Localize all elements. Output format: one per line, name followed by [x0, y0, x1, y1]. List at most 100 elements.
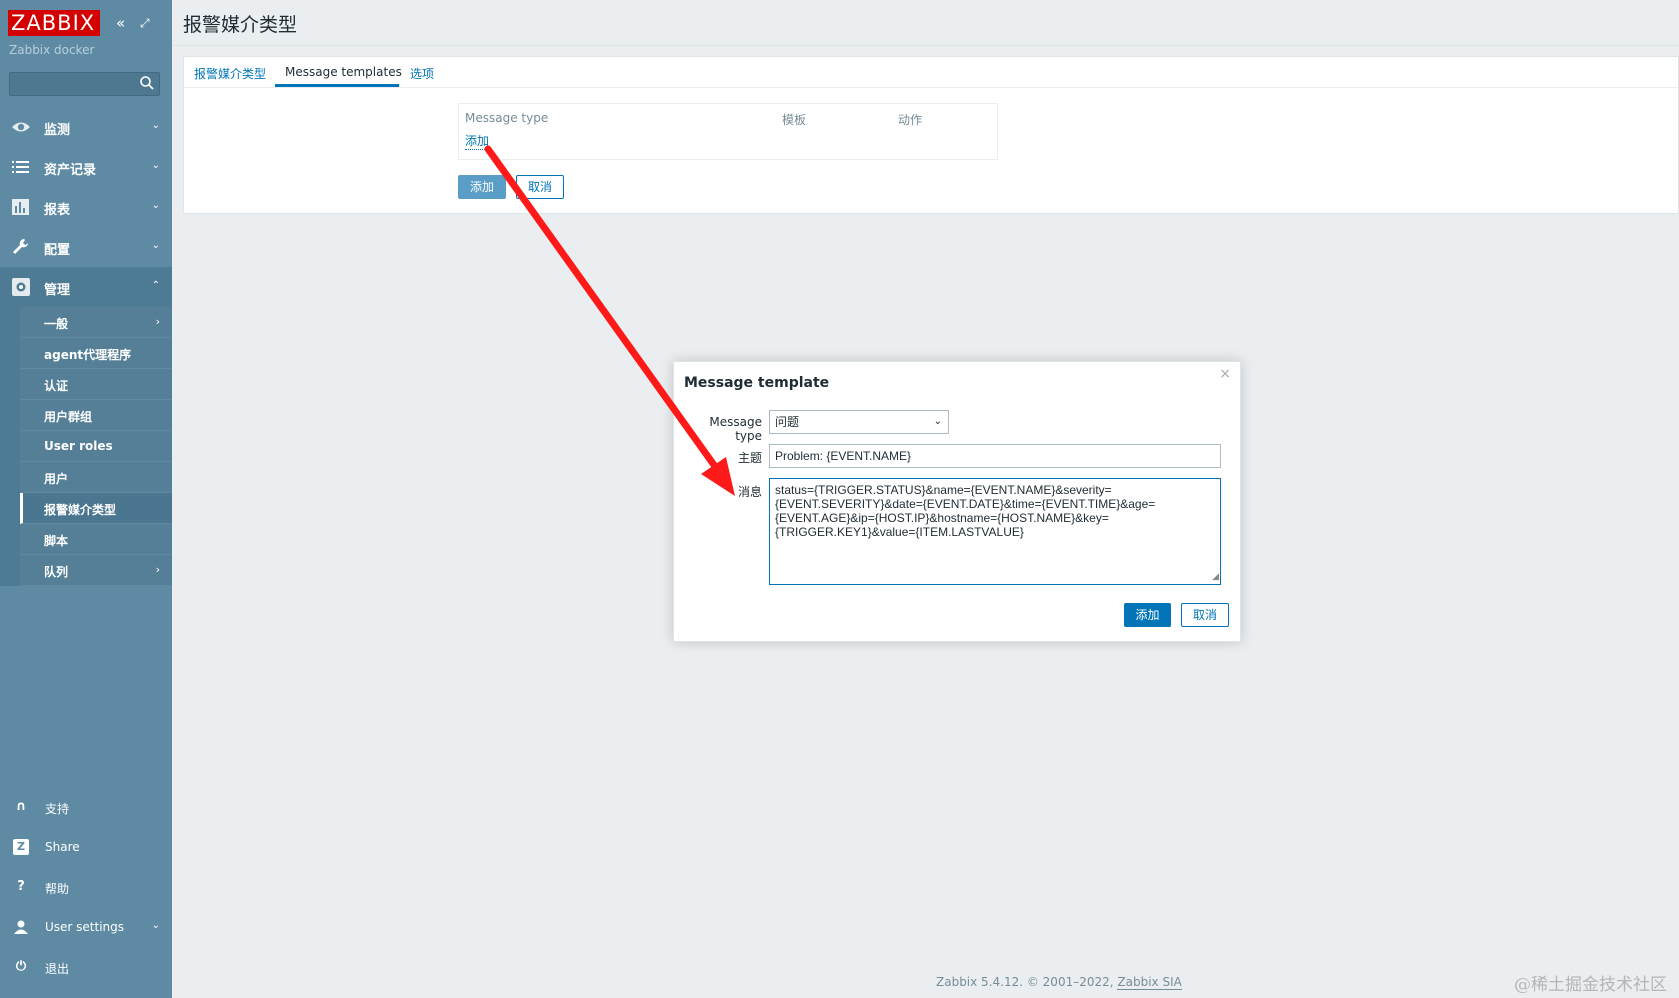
- message-type-label: Message type: [709, 415, 762, 443]
- submenu-item-proxies[interactable]: agent代理程序: [20, 338, 172, 369]
- message-type-value: 问题: [775, 415, 800, 429]
- chevron-right-icon: ›: [155, 315, 160, 328]
- subject-label: 主题: [737, 451, 762, 465]
- submenu-item-authentication[interactable]: 认证: [20, 369, 172, 400]
- footer: Zabbix 5.4.12. © 2001–2022, Zabbix SIA: [936, 975, 1182, 990]
- message-label: 消息: [737, 485, 762, 499]
- chevron-down-icon: ⌄: [151, 120, 160, 131]
- chevron-down-icon: ⌄: [151, 160, 160, 171]
- header-divider: [172, 45, 1679, 46]
- message-text: status={TRIGGER.STATUS}&name={EVENT.NAME…: [775, 483, 1156, 539]
- footer-copyright: Zabbix 5.4.12. © 2001–2022,: [936, 975, 1118, 989]
- submenu-label: 认证: [44, 379, 69, 393]
- menu-label: 监测: [44, 123, 71, 138]
- menu-item-user-settings[interactable]: User settings ⌄: [0, 908, 172, 948]
- zabbix-logo[interactable]: ZABBIX: [8, 10, 100, 36]
- headset-icon: ∩: [15, 799, 27, 814]
- menu-label: User settings: [45, 920, 125, 934]
- chevron-right-icon: ›: [155, 563, 160, 576]
- chevron-down-icon: ⌄: [151, 920, 160, 931]
- share-icon: Z: [13, 839, 29, 855]
- user-icon: [14, 920, 28, 934]
- submenu-label: 脚本: [44, 534, 69, 548]
- menu-label: Share: [45, 840, 80, 854]
- search-icon[interactable]: [139, 75, 155, 91]
- submenu-label: 队列: [44, 565, 69, 579]
- dialog-cancel-button[interactable]: 取消: [1181, 603, 1229, 627]
- submenu-item-queue[interactable]: 队列 ›: [20, 555, 172, 586]
- eye-icon: [12, 122, 30, 132]
- submenu-item-scripts[interactable]: 脚本: [20, 524, 172, 555]
- tab-options[interactable]: 选项: [410, 65, 434, 82]
- add-template-link[interactable]: 添加: [465, 132, 490, 150]
- media-type-form-panel: 报警媒介类型 Message templates 选项 Message type…: [183, 56, 1679, 214]
- menu-label: 配置: [44, 243, 71, 258]
- menu-item-help[interactable]: ? 帮助: [0, 868, 172, 908]
- submenu-label: 报警媒介类型: [44, 503, 117, 517]
- menu-item-inventory[interactable]: 资产记录 ⌄: [0, 147, 172, 187]
- administration-submenu: 一般 › agent代理程序 认证 用户群组 User roles 用户 报警媒…: [0, 307, 172, 586]
- message-type-select[interactable]: 问题 ⌄: [769, 410, 949, 434]
- menu-item-share[interactable]: Z Share: [0, 828, 172, 868]
- subject-input[interactable]: Problem: {EVENT.NAME}: [769, 444, 1221, 468]
- help-icon: ?: [17, 879, 25, 894]
- server-name: Zabbix docker: [9, 43, 95, 57]
- submenu-label: agent代理程序: [44, 348, 132, 362]
- menu-label: 管理: [44, 283, 71, 298]
- tab-message-templates[interactable]: Message templates: [285, 65, 402, 79]
- submenu-item-media-types[interactable]: 报警媒介类型: [20, 493, 172, 524]
- chevron-down-icon: ⌄: [151, 200, 160, 211]
- menu-label: 支持: [45, 802, 70, 816]
- add-button[interactable]: 添加: [458, 175, 506, 199]
- chevron-up-icon: ⌃: [151, 280, 160, 291]
- cancel-button[interactable]: 取消: [516, 175, 564, 199]
- menu-label: 报表: [44, 203, 71, 218]
- tab-bar: 报警媒介类型 Message templates 选项: [184, 57, 1678, 88]
- column-header-template: 模板: [782, 113, 807, 127]
- menu-item-sign-out[interactable]: ⏻ 退出: [0, 948, 172, 988]
- logo-row: ZABBIX « ⤢: [8, 10, 168, 36]
- message-textarea[interactable]: status={TRIGGER.STATUS}&name={EVENT.NAME…: [769, 478, 1221, 585]
- submenu-label: 一般: [44, 317, 69, 331]
- submenu-item-general[interactable]: 一般 ›: [20, 307, 172, 338]
- collapse-sidebar-icon[interactable]: «: [116, 14, 125, 32]
- wrench-icon: [13, 239, 28, 254]
- column-header-actions: 动作: [898, 113, 923, 127]
- column-header-message-type: Message type: [465, 111, 549, 125]
- chevron-down-icon: ⌄: [151, 240, 160, 251]
- gear-icon: [12, 278, 30, 296]
- submenu-label: 用户群组: [44, 410, 93, 424]
- tab-media-type[interactable]: 报警媒介类型: [194, 65, 266, 82]
- dialog-add-button[interactable]: 添加: [1124, 603, 1171, 627]
- submenu-label: 用户: [44, 472, 69, 486]
- submenu-item-users[interactable]: 用户: [20, 462, 172, 493]
- bottom-menu: ∩ 支持 Z Share ? 帮助 User settings ⌄ ⏻ 退出: [0, 788, 172, 988]
- menu-label: 资产记录: [44, 163, 97, 178]
- menu-item-support[interactable]: ∩ 支持: [0, 788, 172, 828]
- main-menu: 监测 ⌄ 资产记录 ⌄ 报表 ⌄ 配置 ⌄ 管理 ⌃ 一般 › agent代理程…: [0, 107, 172, 586]
- menu-item-administration[interactable]: 管理 ⌃: [0, 267, 172, 307]
- watermark: @稀土掘金技术社区: [1514, 975, 1667, 995]
- submenu-item-user-roles[interactable]: User roles: [20, 431, 172, 462]
- menu-item-configuration[interactable]: 配置 ⌄: [0, 227, 172, 267]
- close-icon[interactable]: ×: [1219, 366, 1231, 382]
- sidebar-search-input[interactable]: [9, 72, 160, 96]
- submenu-label: User roles: [44, 439, 113, 453]
- chevron-down-icon: ⌄: [933, 416, 942, 427]
- message-templates-table: Message type 模板 动作 添加: [458, 103, 998, 160]
- active-tab-indicator: [275, 84, 399, 87]
- power-icon: ⏻: [15, 959, 27, 974]
- kiosk-mode-icon[interactable]: ⤢: [140, 16, 150, 31]
- message-template-dialog: Message template × Message type 问题 ⌄ 主题 …: [673, 361, 1241, 642]
- menu-item-monitoring[interactable]: 监测 ⌄: [0, 107, 172, 147]
- resize-handle-icon[interactable]: ◢: [1212, 569, 1219, 583]
- page-title: 报警媒介类型: [183, 14, 298, 36]
- footer-company-link[interactable]: Zabbix SIA: [1117, 975, 1182, 990]
- submenu-item-user-groups[interactable]: 用户群组: [20, 400, 172, 431]
- sidebar: ZABBIX « ⤢ Zabbix docker 监测 ⌄ 资产记录 ⌄ 报表 …: [0, 0, 172, 998]
- dialog-title: Message template: [684, 375, 830, 391]
- list-icon: [12, 161, 29, 173]
- menu-item-reports[interactable]: 报表 ⌄: [0, 187, 172, 227]
- menu-label: 帮助: [45, 882, 70, 896]
- bar-chart-icon: [12, 199, 29, 215]
